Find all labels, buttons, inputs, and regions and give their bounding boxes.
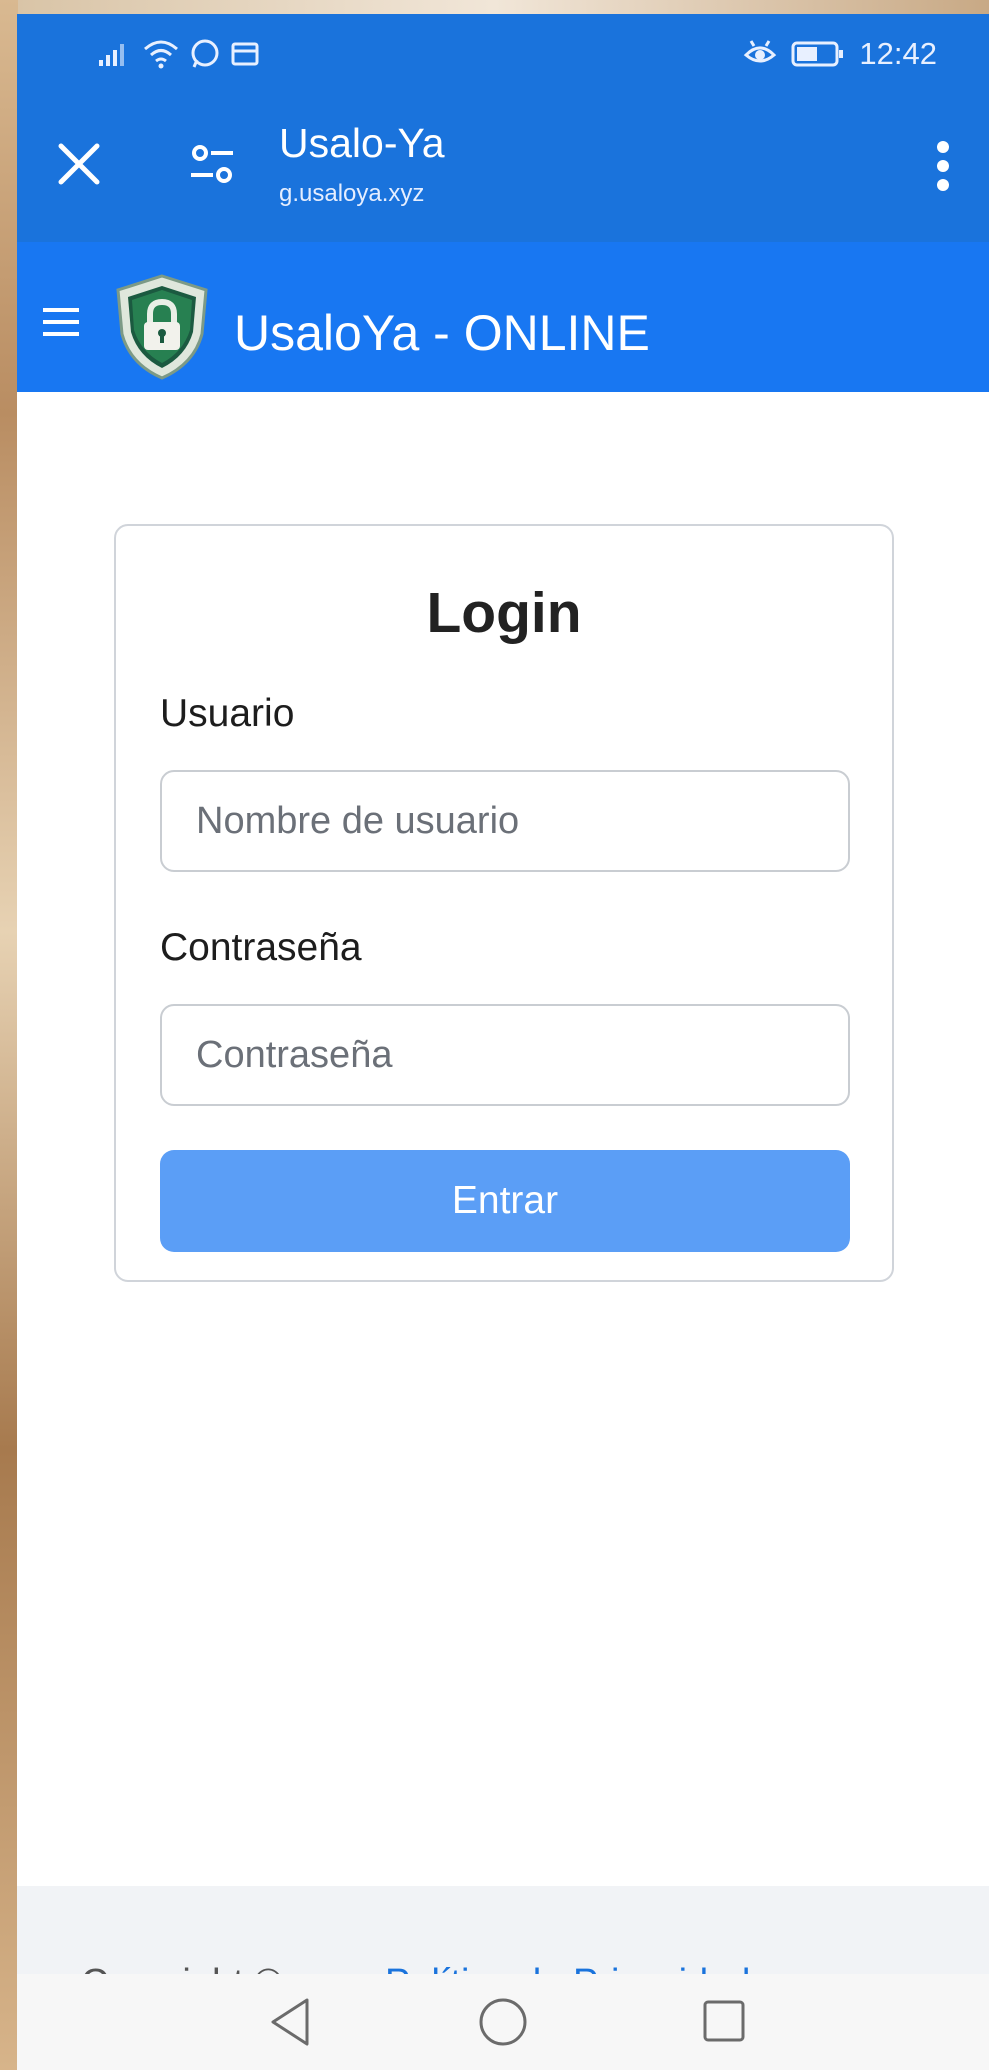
password-input[interactable] — [160, 1004, 850, 1106]
browser-toolbar: 12:42 Usalo-Ya g.usaloya.xyz — [17, 14, 989, 242]
back-icon[interactable] — [267, 1996, 315, 2048]
username-input[interactable] — [160, 770, 850, 872]
notification-icon — [231, 42, 259, 66]
status-icons-left — [97, 38, 259, 70]
hamburger-icon[interactable] — [43, 306, 79, 338]
page-url[interactable]: g.usaloya.xyz — [279, 180, 424, 208]
background-photo-left — [0, 0, 18, 2070]
system-nav-bar — [17, 1974, 989, 2070]
status-time: 12:42 — [859, 36, 937, 71]
page-title: Usalo-Ya — [279, 120, 445, 166]
signal-icon — [99, 44, 124, 66]
close-icon[interactable] — [57, 142, 101, 186]
app-header: UsaloYa - ONLINE — [17, 242, 989, 392]
home-icon[interactable] — [477, 1996, 529, 2048]
status-icons-right: 12:42 — [743, 36, 937, 72]
whatsapp-icon — [191, 39, 219, 68]
password-label: Contraseña — [160, 926, 362, 969]
eye-comfort-icon — [744, 40, 777, 63]
login-submit-button[interactable]: Entrar — [160, 1150, 850, 1252]
login-card: Login Usuario Contraseña Entrar — [114, 524, 894, 1282]
username-label: Usuario — [160, 692, 295, 735]
login-title: Login — [426, 581, 582, 645]
phone-screen: 12:42 Usalo-Ya g.usaloya.xyz UsaloYa - O… — [17, 14, 989, 2070]
battery-icon — [791, 41, 844, 67]
wifi-icon — [144, 40, 178, 69]
more-vert-icon[interactable] — [935, 140, 951, 192]
shield-lock-icon — [116, 274, 208, 380]
app-title: UsaloYa - ONLINE — [234, 305, 650, 361]
tune-icon[interactable] — [189, 144, 235, 184]
recent-apps-icon[interactable] — [701, 1998, 747, 2044]
